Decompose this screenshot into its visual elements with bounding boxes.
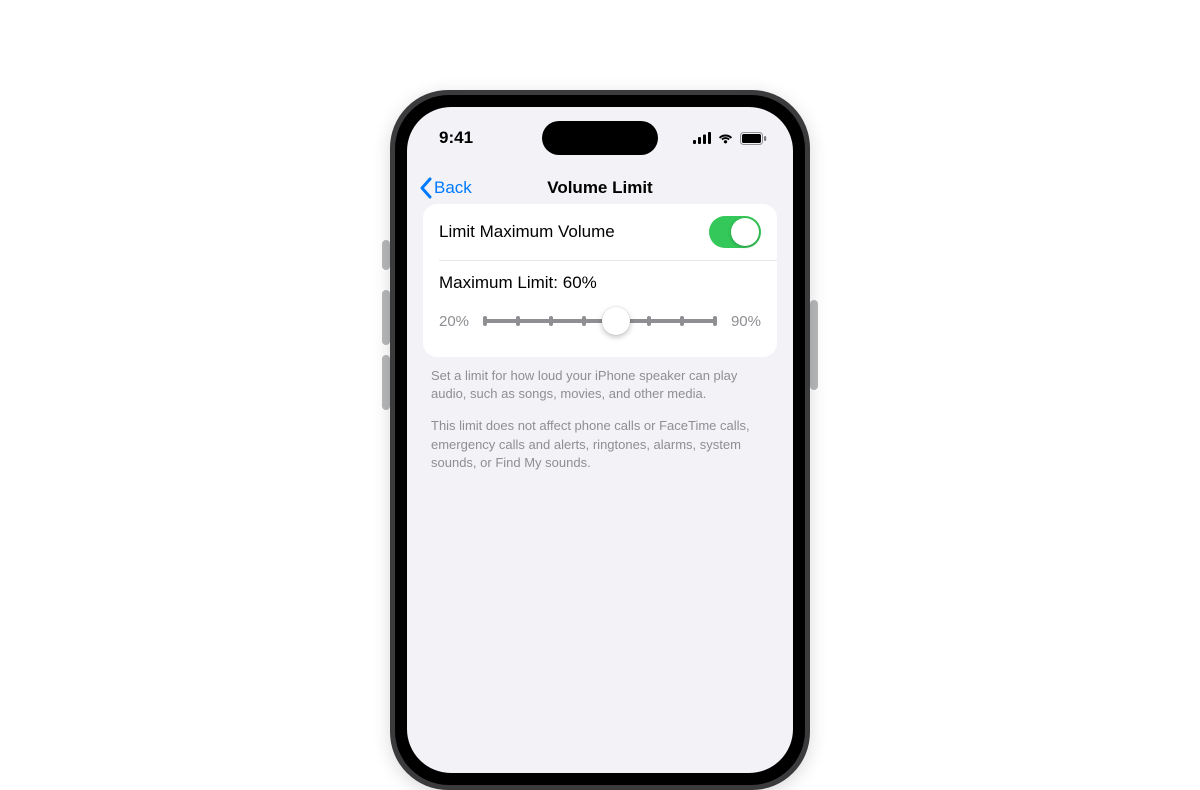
side-button-volume-up xyxy=(382,290,390,345)
back-button[interactable]: Back xyxy=(407,177,472,199)
chevron-left-icon xyxy=(419,177,432,199)
maximum-limit-label: Maximum Limit: 60% xyxy=(423,261,777,293)
wifi-icon xyxy=(717,132,734,144)
slider-min-label: 20% xyxy=(439,313,473,330)
toggle-label: Limit Maximum Volume xyxy=(439,222,615,242)
side-button-volume-down xyxy=(382,355,390,410)
back-label: Back xyxy=(434,178,472,198)
settings-card: Limit Maximum Volume Maximum Limit: 60% … xyxy=(423,204,777,357)
cellular-icon xyxy=(693,132,711,144)
screen: 9:41 xyxy=(407,107,793,773)
slider-max-label: 90% xyxy=(727,313,761,330)
side-button-silent xyxy=(382,240,390,270)
footer-description: Set a limit for how loud your iPhone spe… xyxy=(423,357,777,472)
device-frame: 9:41 xyxy=(390,90,810,790)
status-bar: 9:41 xyxy=(407,107,793,165)
limit-volume-toggle[interactable] xyxy=(709,216,761,248)
battery-icon xyxy=(740,132,767,145)
volume-limit-slider[interactable] xyxy=(485,307,715,335)
side-button-power xyxy=(810,300,818,390)
status-time: 9:41 xyxy=(439,128,473,148)
